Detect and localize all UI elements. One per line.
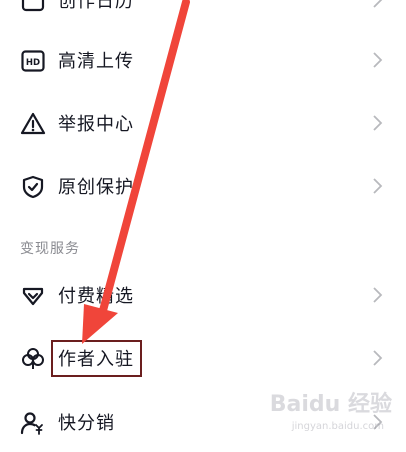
section-title-monetize: 变现服务 (20, 241, 80, 257)
menu-item-create[interactable]: 创作日历 (0, 0, 406, 30)
svg-text:HD: HD (26, 58, 40, 68)
watermark-logo: Baidu 经验 (269, 392, 392, 417)
menu-item-report[interactable]: 举报中心 (0, 93, 406, 153)
chevron-right-icon (372, 349, 384, 367)
menu-item-label: 付费精选 (58, 286, 134, 307)
chevron-right-icon (372, 0, 384, 9)
menu-item-label: 举报中心 (58, 114, 134, 135)
chevron-right-icon (372, 177, 384, 195)
diamond-icon (20, 283, 46, 309)
menu-item-label: 快分销 (58, 413, 115, 434)
shield-check-icon (20, 174, 46, 200)
watermark-url: jingyan.baidu.com (291, 421, 384, 432)
menu-item-hd-upload[interactable]: HD 高清上传 (0, 30, 406, 90)
chevron-right-icon (372, 51, 384, 69)
calendar-icon (20, 0, 46, 14)
chevron-right-icon (372, 286, 384, 304)
hd-icon: HD (20, 48, 46, 74)
warning-icon (20, 111, 46, 137)
menu-item-label: 高清上传 (58, 51, 134, 72)
menu-item-label: 创作日历 (58, 0, 134, 12)
menu-item-original[interactable]: 原创保护 (0, 156, 406, 216)
clover-icon (20, 346, 46, 372)
chevron-right-icon (372, 114, 384, 132)
menu-item-label: 原创保护 (58, 177, 134, 198)
user-yen-icon (20, 410, 46, 436)
menu-item-paid[interactable]: 付费精选 (0, 265, 406, 325)
highlight-box (51, 340, 142, 377)
